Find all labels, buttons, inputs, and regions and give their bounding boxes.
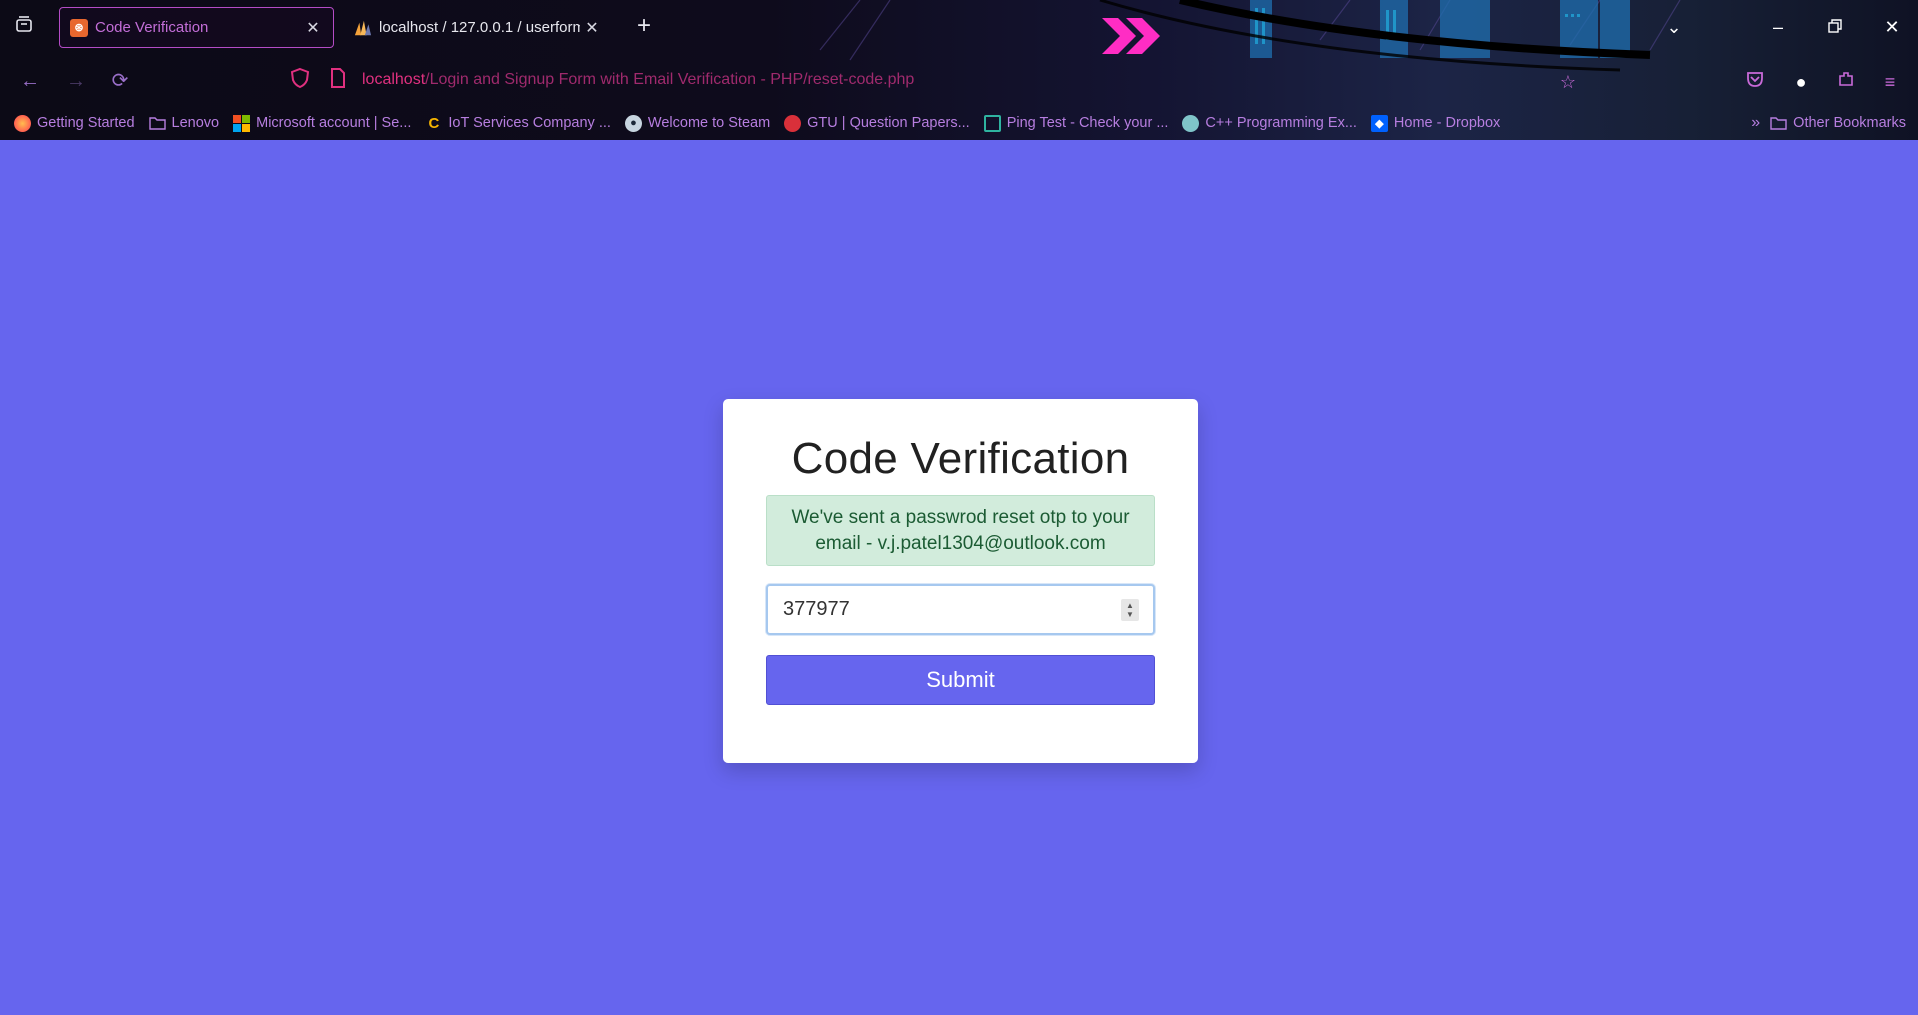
bookmark-label: C++ Programming Ex... <box>1205 115 1357 131</box>
tab-phpmyadmin[interactable]: localhost / 127.0.0.1 / userform ✕ <box>344 7 612 48</box>
url-path: /Login and Signup Form with Email Verifi… <box>425 71 915 88</box>
bookmark-steam[interactable]: ● Welcome to Steam <box>624 114 771 132</box>
number-spinner-icon[interactable]: ▲ ▼ <box>1121 598 1139 621</box>
new-tab-button[interactable]: + <box>630 13 658 41</box>
bookmark-label: Home - Dropbox <box>1393 115 1501 131</box>
bookmark-star-icon[interactable]: ☆ <box>1554 68 1582 96</box>
pocket-icon[interactable] <box>1741 68 1769 96</box>
bookmark-label: Ping Test - Check your ... <box>1006 115 1169 131</box>
code-verification-form: Code Verification We've sent a passwrod … <box>723 399 1198 763</box>
shield-icon[interactable] <box>290 67 316 94</box>
tab-list-chevron-icon[interactable]: ⌄ <box>1654 12 1694 42</box>
xampp-icon: ⊛ <box>70 18 88 37</box>
bookmark-label: IoT Services Company ... <box>448 115 611 131</box>
chevron-double-right-icon[interactable]: » <box>1751 114 1760 132</box>
bookmarks-toolbar: Getting Started Lenovo Microsoft account… <box>0 110 1918 136</box>
browser-chrome: ⊛ Code Verification ✕ localhost / 127.0.… <box>0 0 1918 140</box>
tab-code-verification[interactable]: ⊛ Code Verification ✕ <box>59 7 334 48</box>
firefox-icon <box>14 114 31 132</box>
bookmark-cpp-programming[interactable]: C++ Programming Ex... <box>1182 114 1357 132</box>
navigation-bar: ← → ⟳ localhost/Login and Signup Form wi… <box>0 58 1918 102</box>
other-bookmarks-label: Other Bookmarks <box>1793 115 1906 131</box>
bookmark-label: Getting Started <box>37 115 135 131</box>
close-icon[interactable]: ✕ <box>301 18 325 38</box>
close-icon[interactable]: ✕ <box>580 18 604 38</box>
extensions-icon[interactable] <box>1832 68 1860 96</box>
bookmark-label: Welcome to Steam <box>647 115 771 131</box>
bookmark-iot-services[interactable]: C IoT Services Company ... <box>425 114 611 132</box>
minimize-button[interactable]: – <box>1758 12 1798 42</box>
page-icon[interactable] <box>330 67 354 93</box>
page-title: Code Verification <box>791 434 1130 483</box>
submit-button[interactable]: Submit <box>766 655 1155 705</box>
tab-title: localhost / 127.0.0.1 / userform <box>379 19 580 36</box>
otp-input[interactable]: 377977 ▲ ▼ <box>766 584 1155 635</box>
microsoft-icon <box>233 114 251 132</box>
phpmyadmin-icon <box>354 19 372 37</box>
bookmark-label: Lenovo <box>171 115 220 131</box>
ping-icon <box>983 114 1001 132</box>
bookmark-gtu[interactable]: GTU | Question Papers... <box>784 114 970 132</box>
bookmark-microsoft[interactable]: Microsoft account | Se... <box>233 114 412 132</box>
tab-title: Code Verification <box>95 19 209 36</box>
restore-button[interactable] <box>1815 12 1855 42</box>
tab-bar: ⊛ Code Verification ✕ localhost / 127.0.… <box>0 0 1918 54</box>
cpp-icon <box>1182 114 1200 132</box>
folder-icon <box>1770 115 1787 132</box>
back-button[interactable]: ← <box>15 66 45 96</box>
other-bookmarks[interactable]: » Other Bookmarks <box>1751 110 1906 136</box>
bookmark-lenovo[interactable]: Lenovo <box>148 115 220 132</box>
dropbox-icon: ◆ <box>1370 114 1388 132</box>
otp-input-value[interactable]: 377977 <box>768 598 1121 621</box>
success-alert: We've sent a passwrod reset otp to your … <box>766 495 1155 566</box>
bookmark-dropbox[interactable]: ◆ Home - Dropbox <box>1370 114 1501 132</box>
steam-icon: ● <box>624 114 642 132</box>
gtu-icon <box>784 114 802 132</box>
reload-button[interactable]: ⟳ <box>105 66 135 96</box>
app-menu-icon[interactable]: ≡ <box>1876 68 1904 96</box>
url-host: localhost <box>362 71 426 88</box>
bookmark-getting-started[interactable]: Getting Started <box>14 114 135 132</box>
list-all-tabs-icon[interactable] <box>10 14 38 42</box>
forward-button[interactable]: → <box>61 66 91 96</box>
account-avatar-icon[interactable]: ● <box>1787 68 1815 96</box>
bookmark-label: GTU | Question Papers... <box>807 115 970 131</box>
bookmark-label: Microsoft account | Se... <box>256 115 412 131</box>
close-window-button[interactable]: ✕ <box>1872 12 1912 42</box>
url-bar[interactable]: localhost/Login and Signup Form with Ema… <box>290 62 1590 98</box>
c-logo-icon: C <box>428 114 440 132</box>
folder-icon <box>148 115 166 132</box>
bookmark-ping-test[interactable]: Ping Test - Check your ... <box>983 114 1169 132</box>
